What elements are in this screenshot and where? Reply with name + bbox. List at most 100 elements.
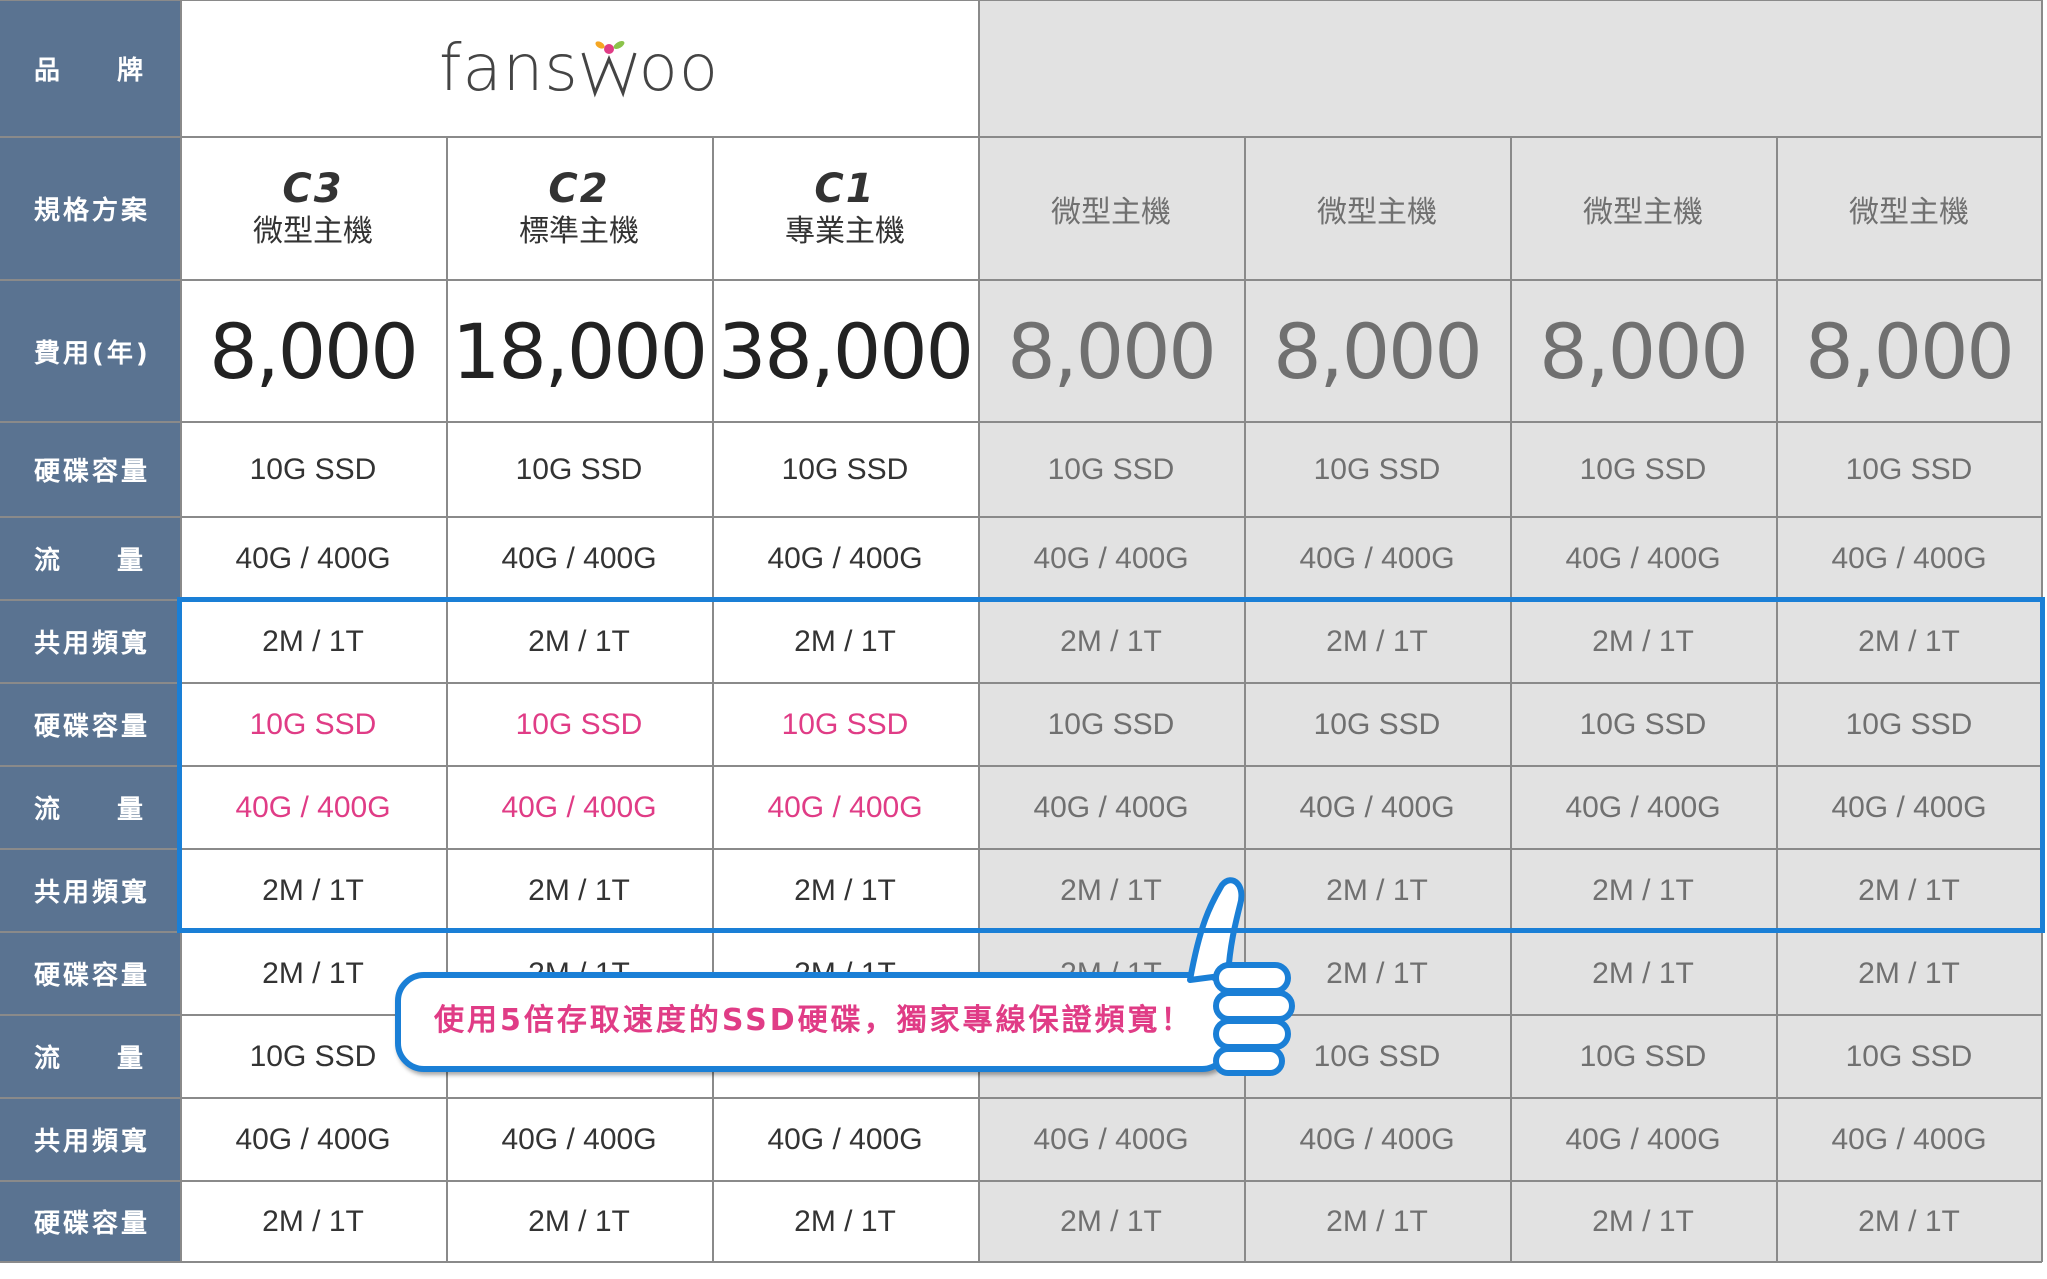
other-price: 8,000	[1510, 280, 1776, 422]
column-divider	[1510, 137, 1512, 1262]
fanswoo-spec-cell: 10G SSD	[180, 683, 446, 766]
fanswoo-spec-cell: 40G / 400G	[446, 517, 712, 600]
plan-code: C2	[548, 165, 610, 212]
row-divider	[0, 1097, 2042, 1099]
other-spec-cell: 40G / 400G	[1244, 1098, 1510, 1181]
callout-banner: 使用5倍存取速度的SSD硬碟，獨家專線保證頻寬！	[390, 877, 1295, 1076]
other-spec-cell: 10G SSD	[978, 422, 1244, 517]
row-divider	[0, 765, 2042, 767]
other-price: 8,000	[978, 280, 1244, 422]
row-label: 流量	[0, 1015, 180, 1098]
other-spec-cell: 10G SSD	[1510, 1015, 1776, 1098]
fanswoo-spec-cell: 2M / 1T	[446, 600, 712, 683]
fanswoo-spec-cell: 10G SSD	[712, 422, 978, 517]
row-label-text: 硬碟容量	[34, 457, 151, 487]
column-divider	[180, 0, 182, 1262]
other-brand-title	[978, 0, 2042, 137]
other-spec-cell: 2M / 1T	[978, 600, 1244, 683]
other-plan: 微型主機	[1244, 137, 1510, 280]
other-spec-cell: 10G SSD	[1244, 683, 1510, 766]
fanswoo-logo: fans oo	[180, 0, 978, 137]
other-spec-cell: 2M / 1T	[1776, 932, 2042, 1015]
row-divider	[0, 848, 2042, 850]
other-spec-cell: 40G / 400G	[1776, 517, 2042, 600]
logo-text-part: oo	[638, 31, 719, 106]
label-char: 牌	[116, 56, 146, 86]
other-spec-cell: 40G / 400G	[978, 1098, 1244, 1181]
other-spec-cell: 40G / 400G	[1776, 1098, 2042, 1181]
other-spec-cell: 40G / 400G	[1776, 766, 2042, 849]
label-char: 量	[116, 546, 146, 576]
other-spec-cell: 40G / 400G	[1510, 766, 1776, 849]
fanswoo-spec-cell: 2M / 1T	[712, 600, 978, 683]
comparison-table: 品牌 fans oo 規格方案 C3 微型主機 C2 標準主機 C1 專業主機 微型主機 微型主機 微型…	[0, 0, 2047, 1279]
other-spec-cell: 2M / 1T	[1510, 1181, 1776, 1262]
other-spec-cell: 40G / 400G	[1244, 766, 1510, 849]
label-char: 品	[34, 56, 64, 86]
fanswoo-spec-cell: 40G / 400G	[712, 766, 978, 849]
fanswoo-spec-cell: 2M / 1T	[446, 849, 712, 932]
other-spec-cell: 10G SSD	[1776, 422, 2042, 517]
fanswoo-spec-cell: 2M / 1T	[180, 849, 446, 932]
other-spec-cell: 10G SSD	[1510, 683, 1776, 766]
row-label-text: 硬碟容量	[34, 712, 151, 742]
row-divider	[0, 136, 2042, 138]
column-divider	[1776, 137, 1778, 1262]
fanswoo-spec-cell: 2M / 1T	[446, 1181, 712, 1262]
fanswoo-price: 38,000	[712, 280, 978, 422]
other-spec-cell: 40G / 400G	[978, 766, 1244, 849]
row-label: 共用頻寬	[0, 849, 180, 932]
row-divider	[0, 421, 2042, 423]
other-spec-cell: 40G / 400G	[1510, 517, 1776, 600]
row-divider	[0, 0, 2042, 1]
fanswoo-spec-cell: 40G / 400G	[180, 766, 446, 849]
other-spec-cell: 2M / 1T	[1776, 1181, 2042, 1262]
column-divider	[446, 137, 448, 1262]
other-spec-cell: 40G / 400G	[978, 517, 1244, 600]
row-label-text: 共用頻寬	[34, 878, 151, 908]
other-plan: 微型主機	[1510, 137, 1776, 280]
row-label: 硬碟容量	[0, 1181, 180, 1262]
row-label-text: 硬碟容量	[34, 961, 151, 991]
plan-name: 專業主機	[785, 213, 905, 249]
row-label: 品牌	[0, 0, 180, 137]
callout-text: 使用5倍存取速度的SSD硬碟，獨家專線保證頻寬！	[434, 1003, 1194, 1038]
row-divider	[0, 599, 2042, 601]
fanswoo-spec-cell: 40G / 400G	[180, 1098, 446, 1181]
fanswoo-spec-cell: 40G / 400G	[180, 517, 446, 600]
row-divider	[0, 1180, 2042, 1182]
column-divider	[2041, 0, 2043, 1262]
label-char: 量	[116, 795, 146, 825]
row-label: 流量	[0, 517, 180, 600]
other-spec-cell: 10G SSD	[1776, 1015, 2042, 1098]
other-spec-cell: 2M / 1T	[978, 1181, 1244, 1262]
other-spec-cell: 2M / 1T	[1510, 849, 1776, 932]
other-plan: 微型主機	[978, 137, 1244, 280]
other-plan: 微型主機	[1776, 137, 2042, 280]
other-spec-cell: 10G SSD	[978, 683, 1244, 766]
row-divider	[0, 279, 2042, 281]
label-char: 流	[34, 1044, 64, 1074]
label-char: 量	[116, 1044, 146, 1074]
row-label-text: 共用頻寬	[34, 629, 151, 659]
fanswoo-spec-cell: 40G / 400G	[712, 517, 978, 600]
fanswoo-spec-cell: 2M / 1T	[712, 849, 978, 932]
fanswoo-plan: C3 微型主機	[180, 137, 446, 280]
row-label: 規格方案	[0, 137, 180, 280]
fanswoo-spec-cell: 10G SSD	[180, 422, 446, 517]
fanswoo-price: 8,000	[180, 280, 446, 422]
label-char: 流	[34, 546, 64, 576]
fanswoo-plan: C1 專業主機	[712, 137, 978, 280]
other-spec-cell: 2M / 1T	[1244, 849, 1510, 932]
row-label-text: 共用頻寬	[34, 1127, 151, 1157]
other-spec-cell: 40G / 400G	[1510, 1098, 1776, 1181]
column-divider	[712, 137, 714, 1262]
fanswoo-price: 18,000	[446, 280, 712, 422]
row-label-text: 品牌	[34, 50, 146, 87]
logo-leaf-icon	[581, 40, 637, 97]
fanswoo-spec-cell: 2M / 1T	[712, 1181, 978, 1262]
fanswoo-spec-cell: 40G / 400G	[712, 1098, 978, 1181]
row-label: 共用頻寬	[0, 1098, 180, 1181]
row-label: 共用頻寬	[0, 600, 180, 683]
fanswoo-spec-cell: 10G SSD	[446, 422, 712, 517]
